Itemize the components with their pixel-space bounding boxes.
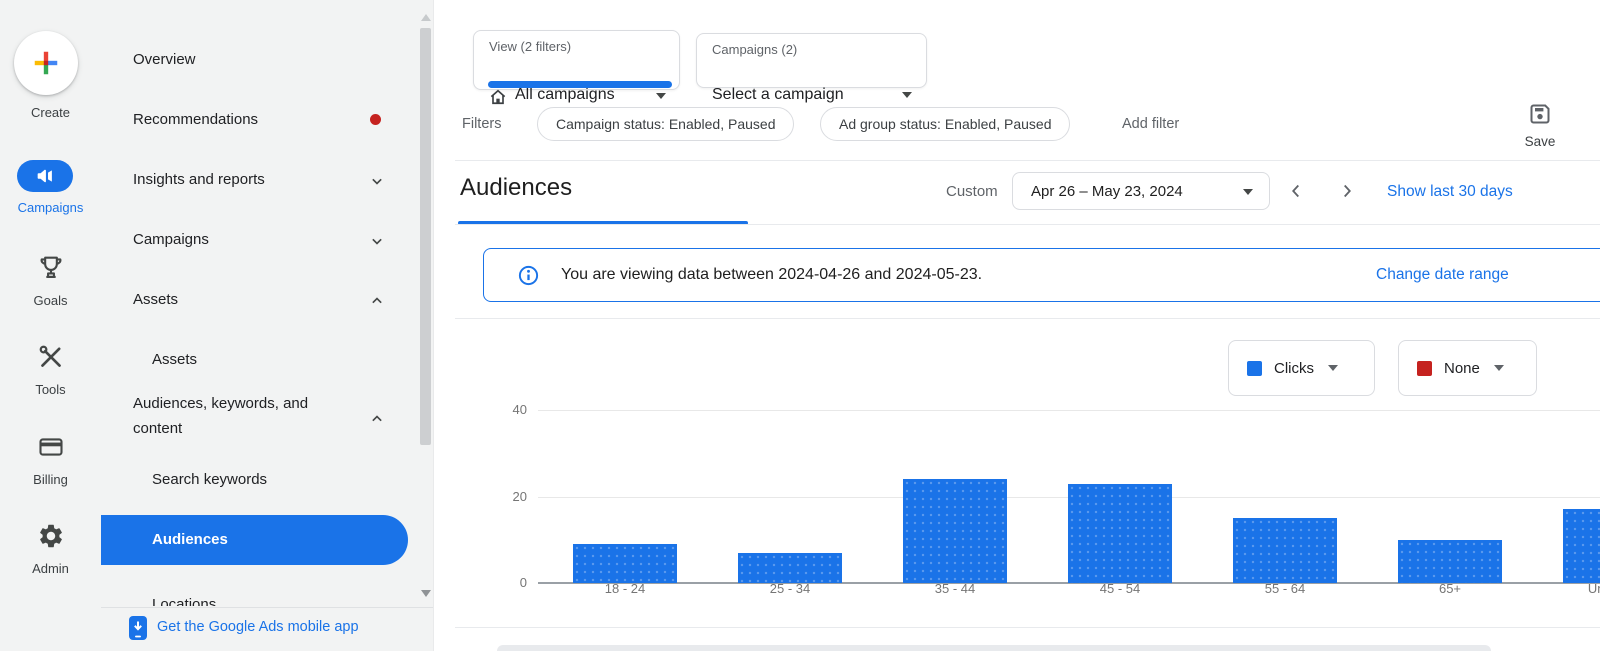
nav-item-assets-sub[interactable]: Assets	[101, 340, 411, 380]
divider	[455, 160, 1600, 161]
chevron-up-icon	[367, 409, 387, 429]
banner-message: You are viewing data between 2024-04-26 …	[561, 249, 982, 301]
view-selector[interactable]: View (2 filters) All campaigns	[473, 30, 680, 90]
metric-color-swatch	[1417, 361, 1432, 376]
nav-divider	[101, 607, 433, 608]
tools-icon	[37, 343, 65, 371]
bar-35-44[interactable]	[903, 479, 1007, 583]
rail-item-campaigns[interactable]	[17, 160, 73, 192]
nav-item-audiences-keywords-content[interactable]: Audiences, keywords, and content	[101, 385, 411, 447]
scroll-down-arrow[interactable]	[421, 590, 431, 597]
y-axis-tick-label: 20	[477, 489, 527, 504]
save-button[interactable]: Save	[1516, 102, 1564, 149]
x-axis-label: Unknown	[1535, 581, 1600, 596]
nav-item-search-keywords[interactable]: Search keywords	[101, 460, 411, 500]
nav-item-insights-and-reports[interactable]: Insights and reports	[101, 160, 411, 200]
x-axis-label: 25 - 34	[710, 581, 870, 596]
metric-color-swatch	[1247, 361, 1262, 376]
left-nav: Overview Recommendations Insights and re…	[101, 0, 434, 651]
google-ads-app: Create Campaigns	[0, 0, 1600, 651]
divider	[455, 627, 1600, 628]
caret-down-icon	[1243, 189, 1253, 195]
caret-down-icon	[656, 93, 666, 99]
active-indicator	[488, 81, 672, 88]
x-axis-label: 55 - 64	[1205, 581, 1365, 596]
save-icon	[1528, 102, 1552, 126]
next-date-range-button[interactable]	[1336, 180, 1358, 202]
trophy-icon	[37, 252, 65, 282]
scroll-up-arrow[interactable]	[421, 14, 431, 21]
bar-18-24[interactable]	[573, 544, 677, 583]
metric-selector-clicks[interactable]: Clicks	[1228, 340, 1375, 396]
plus-icon	[31, 48, 61, 78]
x-axis-label: 45 - 54	[1040, 581, 1200, 596]
icon-rail: Create Campaigns	[0, 0, 102, 651]
change-date-range-link[interactable]: Change date range	[1376, 249, 1509, 301]
credit-card-icon	[37, 433, 65, 461]
bar-45-54[interactable]	[1068, 484, 1172, 583]
chevron-down-icon	[367, 231, 387, 251]
home-icon	[488, 87, 508, 107]
campaign-selector[interactable]: Campaigns (2) Select a campaign	[696, 33, 927, 88]
nav-item-recommendations[interactable]: Recommendations	[101, 100, 411, 140]
bar-55-64[interactable]	[1233, 518, 1337, 583]
rail-item-tools[interactable]: Tools	[0, 343, 101, 397]
date-mode-label: Custom	[946, 183, 998, 200]
create-button[interactable]	[14, 31, 78, 95]
chevron-down-icon	[367, 171, 387, 191]
page-title: Audiences	[460, 174, 572, 202]
date-info-banner: You are viewing data between 2024-04-26 …	[483, 248, 1600, 302]
bar-25-34[interactable]	[738, 553, 842, 583]
y-axis-tick-label: 40	[477, 402, 527, 417]
bar-Unknown[interactable]	[1563, 509, 1600, 583]
metric-selector-none[interactable]: None	[1398, 340, 1537, 396]
chevron-up-icon	[367, 291, 387, 311]
caret-down-icon	[902, 92, 912, 98]
table-header-edge	[497, 645, 1491, 651]
caret-down-icon	[1328, 365, 1338, 371]
gear-icon	[37, 522, 65, 550]
divider	[455, 224, 1600, 225]
prev-date-range-button[interactable]	[1285, 180, 1307, 202]
info-icon	[517, 264, 540, 287]
add-filter-button[interactable]: Add filter	[1122, 116, 1179, 132]
phone-download-icon	[128, 615, 148, 641]
x-axis-label: 18 - 24	[545, 581, 705, 596]
create-label: Create	[0, 104, 101, 122]
mobile-app-link[interactable]: Get the Google Ads mobile app	[101, 610, 433, 646]
rail-item-goals[interactable]: Goals	[0, 252, 101, 308]
nav-item-locations-clipped[interactable]: Locations	[101, 593, 411, 606]
show-last-30-days-link[interactable]: Show last 30 days	[1387, 183, 1513, 201]
y-axis-tick-label: 0	[477, 575, 527, 590]
filters-label: Filters	[462, 116, 501, 132]
nav-item-overview[interactable]: Overview	[101, 40, 411, 80]
rail-item-billing[interactable]: Billing	[0, 433, 101, 487]
scrollbar-thumb[interactable]	[420, 28, 431, 445]
megaphone-icon	[34, 165, 56, 187]
filter-chip-adgroup-status[interactable]: Ad group status: Enabled, Paused	[820, 107, 1070, 141]
divider	[455, 318, 1600, 319]
filter-chip-campaign-status[interactable]: Campaign status: Enabled, Paused	[537, 107, 794, 141]
nav-item-campaigns[interactable]: Campaigns	[101, 220, 411, 260]
x-axis-label: 65+	[1370, 581, 1530, 596]
nav-item-assets[interactable]: Assets	[101, 280, 411, 320]
nav-item-audiences-selected[interactable]: Audiences	[101, 515, 408, 565]
rail-label-campaigns: Campaigns	[0, 199, 101, 217]
notification-dot	[370, 114, 381, 125]
bar-65+[interactable]	[1398, 540, 1502, 583]
caret-down-icon	[1494, 365, 1504, 371]
date-range-selector[interactable]: Apr 26 – May 23, 2024	[1012, 172, 1270, 210]
gridline	[538, 410, 1600, 411]
rail-item-admin[interactable]: Admin	[0, 522, 101, 576]
x-axis-label: 35 - 44	[875, 581, 1035, 596]
